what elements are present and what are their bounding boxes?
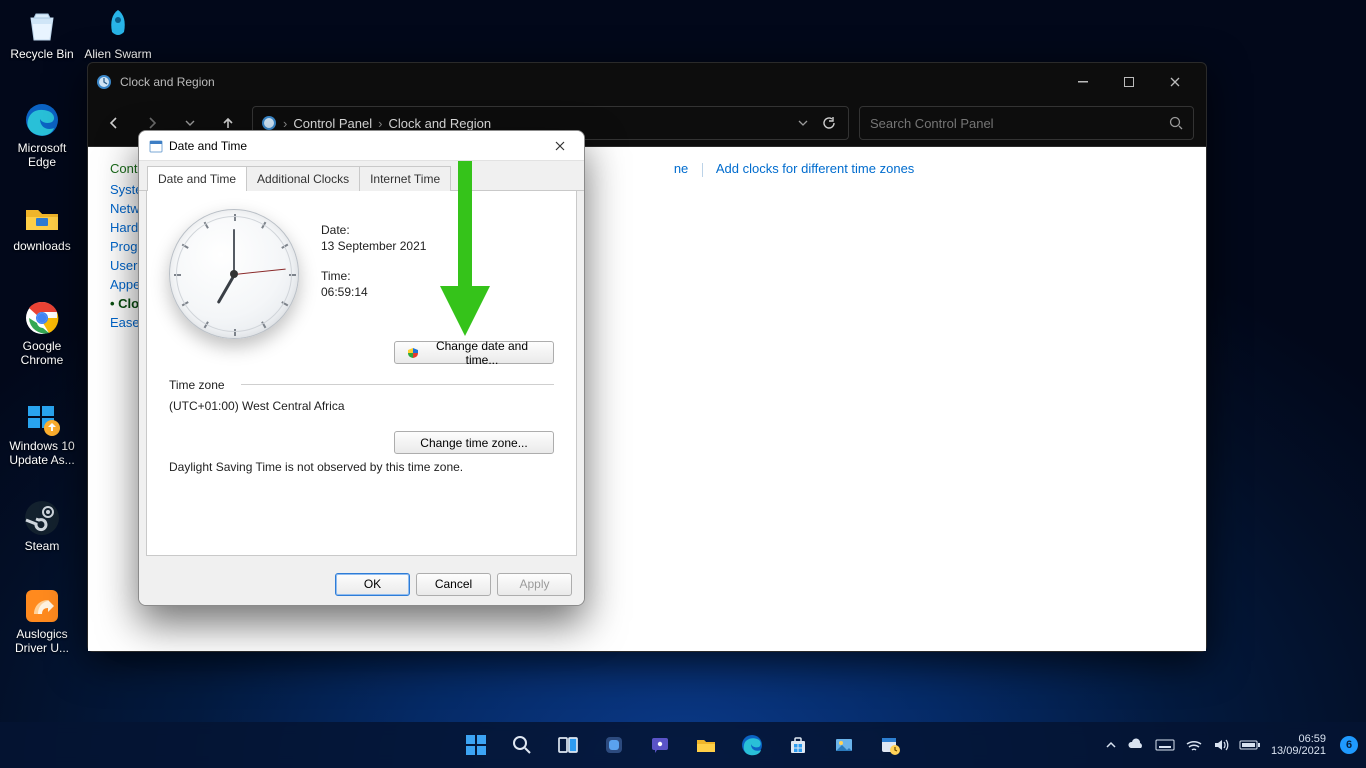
link-change-time-zone-visible[interactable]: ne [674, 161, 688, 176]
folder-icon [22, 198, 62, 238]
auslogics-icon [22, 586, 62, 626]
timezone-value: (UTC+01:00) West Central Africa [169, 399, 554, 413]
change-date-time-button[interactable]: Change date and time... [394, 341, 554, 364]
start-button[interactable] [456, 725, 496, 765]
edge-taskbar-button[interactable] [732, 725, 772, 765]
desktop-icon-label: Steam [6, 540, 78, 554]
desktop-icon-auslogics[interactable]: Auslogics Driver U... [6, 586, 78, 656]
tab-body: Date: 13 September 2021 Time: 06:59:14 C… [146, 191, 577, 556]
link-divider [702, 163, 703, 177]
date-value: 13 September 2021 [321, 239, 426, 253]
task-view-button[interactable] [548, 725, 588, 765]
desktop-icon-label: downloads [6, 240, 78, 254]
change-time-zone-label: Change time zone... [420, 436, 527, 450]
change-date-time-label: Change date and time... [423, 339, 541, 367]
breadcrumb-control-panel[interactable]: Control Panel [293, 116, 372, 131]
chat-button[interactable] [640, 725, 680, 765]
desktop-icon-label: Recycle Bin [6, 48, 78, 62]
chrome-icon [22, 298, 62, 338]
tray-time: 06:59 [1271, 733, 1326, 745]
dialog-title: Date and Time [169, 139, 247, 153]
windows-update-icon [22, 398, 62, 438]
recycle-bin-icon [22, 6, 62, 46]
apply-button[interactable]: Apply [497, 573, 572, 596]
search-input[interactable] [870, 116, 1169, 131]
alien-swarm-icon [98, 6, 138, 46]
taskbar-search-button[interactable] [502, 725, 542, 765]
minimize-button[interactable] [1060, 67, 1106, 97]
date-time-info: Date: 13 September 2021 Time: 06:59:14 [321, 209, 426, 339]
file-explorer-button[interactable] [686, 725, 726, 765]
chevron-right-icon: › [378, 116, 382, 131]
control-panel-crumb-icon [261, 115, 277, 131]
photos-button[interactable] [824, 725, 864, 765]
cancel-button[interactable]: Cancel [416, 573, 491, 596]
desktop-icon-label: Alien Swarm [82, 48, 154, 62]
desktop-icon-edge[interactable]: Microsoft Edge [6, 100, 78, 170]
address-dropdown-button[interactable] [794, 118, 812, 128]
desktop-icon-label: Google Chrome [6, 340, 78, 368]
edge-icon [22, 100, 62, 140]
tray-overflow-button[interactable] [1105, 739, 1117, 751]
breadcrumb-clock-region[interactable]: Clock and Region [388, 116, 491, 131]
change-time-zone-button[interactable]: Change time zone... [394, 431, 554, 454]
titlebar[interactable]: Clock and Region [88, 63, 1206, 100]
desktop-icon-label: Microsoft Edge [6, 142, 78, 170]
taskbar[interactable]: 06:59 13/09/2021 6 [0, 722, 1366, 768]
window-title: Clock and Region [120, 75, 215, 89]
desktop-icon-chrome[interactable]: Google Chrome [6, 298, 78, 368]
time-value: 06:59:14 [321, 285, 426, 299]
desktop-icon-downloads[interactable]: downloads [6, 198, 78, 254]
desktop-icon-recycle-bin[interactable]: Recycle Bin [6, 6, 78, 62]
settings-datetime-button[interactable] [870, 725, 910, 765]
search-icon [1169, 116, 1183, 130]
onedrive-icon[interactable] [1127, 738, 1145, 752]
system-tray[interactable]: 06:59 13/09/2021 6 [1105, 733, 1358, 757]
maximize-button[interactable] [1106, 67, 1152, 97]
search-bar[interactable] [859, 106, 1194, 140]
battery-icon[interactable] [1239, 739, 1261, 751]
analog-clock [169, 209, 299, 339]
desktop-icon-label: Windows 10 Update As... [6, 440, 78, 468]
desktop-icon-alien-swarm[interactable]: Alien Swarm [82, 6, 154, 62]
widgets-button[interactable] [594, 725, 634, 765]
tab-date-and-time[interactable]: Date and Time [147, 166, 247, 191]
desktop-icon-steam[interactable]: Steam [6, 498, 78, 554]
datetime-icon [149, 139, 163, 153]
tab-internet-time[interactable]: Internet Time [359, 166, 451, 191]
store-button[interactable] [778, 725, 818, 765]
desktop-icon-label: Auslogics Driver U... [6, 628, 78, 656]
date-label: Date: [321, 223, 426, 237]
steam-icon [22, 498, 62, 538]
clock-region-icon [96, 74, 112, 90]
close-button[interactable] [1152, 67, 1198, 97]
tray-clock[interactable]: 06:59 13/09/2021 [1271, 733, 1326, 757]
chevron-right-icon: › [283, 116, 287, 131]
wifi-icon[interactable] [1185, 738, 1203, 752]
ok-button[interactable]: OK [335, 573, 410, 596]
dialog-footer: OK Cancel Apply [139, 563, 584, 605]
tray-date: 13/09/2021 [1271, 745, 1326, 757]
volume-icon[interactable] [1213, 738, 1229, 752]
tab-additional-clocks[interactable]: Additional Clocks [246, 166, 360, 191]
dialog-close-button[interactable] [546, 135, 574, 157]
link-add-clocks[interactable]: Add clocks for different time zones [716, 161, 914, 176]
dialog-tabs: Date and Time Additional Clocks Internet… [139, 161, 584, 191]
uac-shield-icon [407, 347, 419, 359]
dst-text: Daylight Saving Time is not observed by … [169, 460, 554, 474]
dialog-titlebar[interactable]: Date and Time [139, 131, 584, 161]
nav-back-button[interactable] [100, 109, 128, 137]
date-time-dialog: Date and Time Date and Time Additional C… [138, 130, 585, 606]
taskbar-center [456, 725, 910, 765]
timezone-section-label: Time zone [169, 378, 225, 392]
keyboard-icon[interactable] [1155, 738, 1175, 752]
desktop-icon-win10-update[interactable]: Windows 10 Update As... [6, 398, 78, 468]
time-label: Time: [321, 269, 426, 283]
refresh-button[interactable] [818, 116, 840, 130]
notification-badge[interactable]: 6 [1340, 736, 1358, 754]
